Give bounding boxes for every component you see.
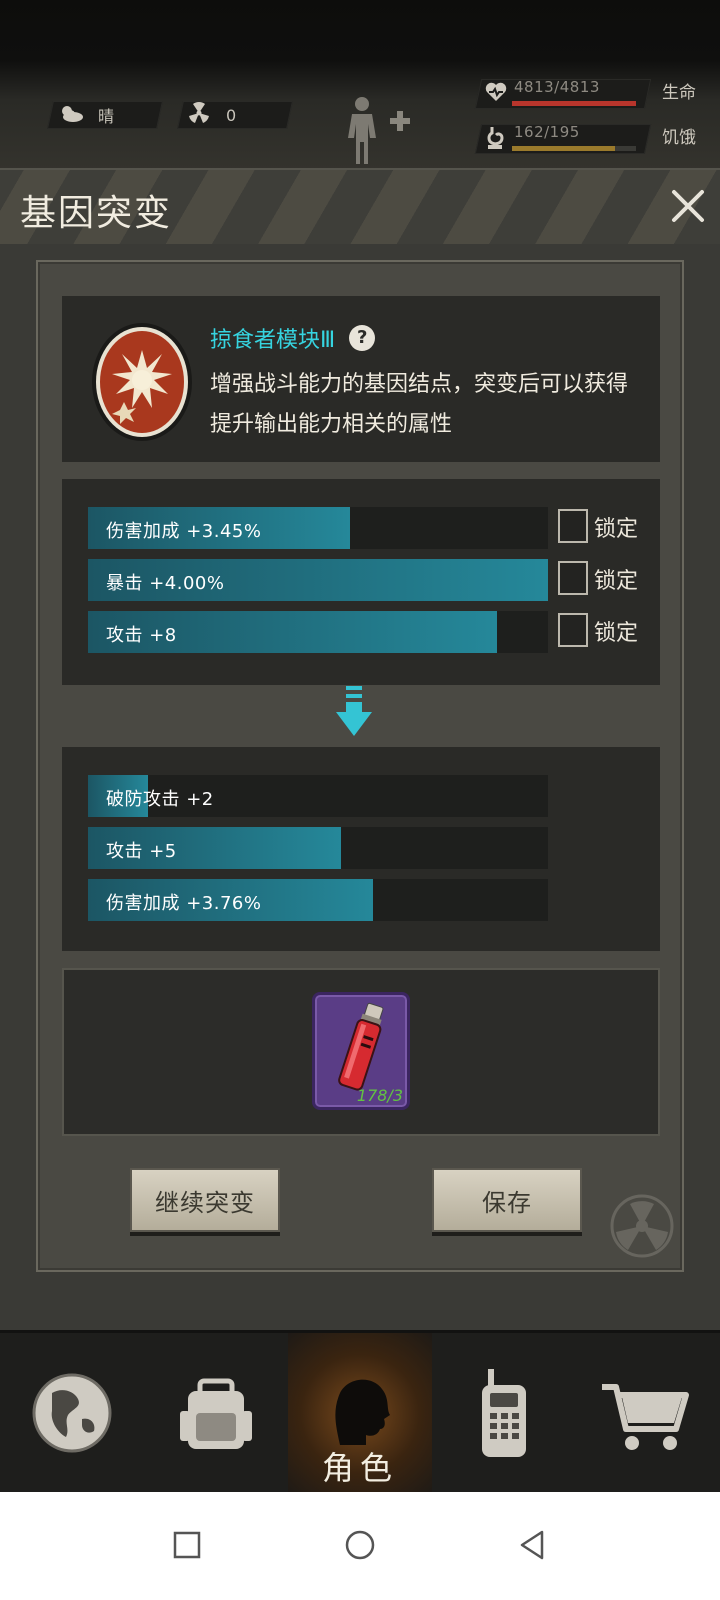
module-description-line-1: 增强战斗能力的基因结点，突变后可以获得 [210,372,629,397]
dialog-title: 基因突变 [20,193,173,234]
current-attr-row: 伤害加成 +3.45% [88,507,548,549]
current-attributes: 伤害加成 +3.45% 锁定 暴击 +4.00% 锁定 攻击 +8 锁定 [62,479,660,685]
module-name: 掠食者模块Ⅲ [210,328,336,353]
bottom-tab-bar: 角色 [0,1330,720,1495]
help-icon[interactable]: ? [349,325,376,351]
tab-world[interactable] [0,1333,144,1495]
new-attr-row: 破防攻击 +2 [88,775,548,817]
globe-icon [32,1373,112,1453]
top-hud: 晴 0 4813/4813 生命 162/195 饥饿 [0,0,720,170]
hunger-stat[interactable]: 162/195 饥饿 [474,121,720,155]
lock-checkbox[interactable] [558,561,588,595]
hunger-bar-fill [512,146,615,151]
cost-item-section: 178/3 [62,968,660,1136]
back-button[interactable] [508,1520,558,1570]
radiation-value: 0 [226,105,237,125]
stomach-icon [484,125,508,151]
health-value: 4813/4813 [514,78,600,96]
current-attr-row: 攻击 +8 [88,611,548,653]
health-stat[interactable]: 4813/4813 生命 [474,76,720,110]
new-attributes: 破防攻击 +2 攻击 +5 伤害加成 +3.76% [62,747,660,951]
backpack-icon [180,1378,252,1449]
cloud-sun-icon [58,103,84,128]
health-label: 生命 [662,83,696,103]
module-description-line-2: 提升输出能力相关的属性 [210,412,453,437]
save-button[interactable]: 保存 [432,1168,582,1232]
hunger-bar [512,146,636,151]
triangle-back-icon [520,1530,544,1560]
head-profile-icon [335,1379,390,1445]
recent-apps-button[interactable] [162,1520,212,1570]
arrow-down-icon [334,686,374,746]
weather-label: 晴 [98,107,115,126]
system-nav-bar [0,1492,720,1600]
continue-mutation-button[interactable]: 继续突变 [130,1168,280,1232]
current-attr-row: 暴击 +4.00% [88,559,548,601]
gene-mutation-dialog: 基因突变 掠食者模块Ⅲ ? 增强战斗能力的基因结点，突变后可以获得 提升输出能力… [0,168,720,1330]
tab-shop[interactable] [576,1333,720,1495]
tab-backpack[interactable] [144,1333,288,1495]
mutation-vial-item[interactable]: 178/3 [312,992,410,1110]
close-button[interactable] [666,184,710,228]
weather-indicator[interactable]: 晴 [58,101,114,129]
radiation-indicator[interactable]: 0 [186,101,236,129]
radiation-watermark-icon [610,1194,674,1258]
radiation-icon [186,101,212,129]
lock-label[interactable]: 锁定 [594,563,638,595]
predator-module-icon [92,322,196,442]
attr-text: 伤害加成 +3.45% [106,521,262,542]
new-attr-row: 伤害加成 +3.76% [88,879,548,921]
square-icon [173,1531,201,1559]
attr-text: 破防攻击 +2 [106,789,214,810]
health-bar-fill [512,101,636,106]
hunger-label: 饥饿 [662,128,696,148]
body-heal-icon[interactable] [340,94,420,166]
attr-text: 伤害加成 +3.76% [106,893,262,914]
cart-icon [602,1384,689,1450]
new-attr-row: 攻击 +5 [88,827,548,869]
mutation-panel: 掠食者模块Ⅲ ? 增强战斗能力的基因结点，突变后可以获得 提升输出能力相关的属性… [36,260,684,1272]
tab-character[interactable]: 角色 [288,1333,432,1495]
lock-label[interactable]: 锁定 [594,511,638,543]
item-count: 178/3 [356,1086,403,1105]
attr-text: 攻击 +5 [106,841,177,862]
home-button[interactable] [335,1520,385,1570]
tab-character-label: 角色 [321,1449,398,1487]
attr-text: 攻击 +8 [106,625,177,646]
tab-radio[interactable] [432,1333,576,1495]
lock-checkbox[interactable] [558,509,588,543]
circle-icon [345,1530,375,1560]
module-info: 掠食者模块Ⅲ ? 增强战斗能力的基因结点，突变后可以获得 提升输出能力相关的属性 [62,296,660,462]
lock-label[interactable]: 锁定 [594,615,638,647]
hunger-value: 162/195 [514,123,580,141]
module-name-row: 掠食者模块Ⅲ ? [210,322,376,354]
attr-text: 暴击 +4.00% [106,573,225,594]
health-bar [512,101,636,106]
dialog-header: 基因突变 [0,170,720,244]
close-icon [672,190,704,222]
walkie-talkie-icon [482,1369,526,1457]
lock-checkbox[interactable] [558,613,588,647]
heart-icon [484,80,508,106]
